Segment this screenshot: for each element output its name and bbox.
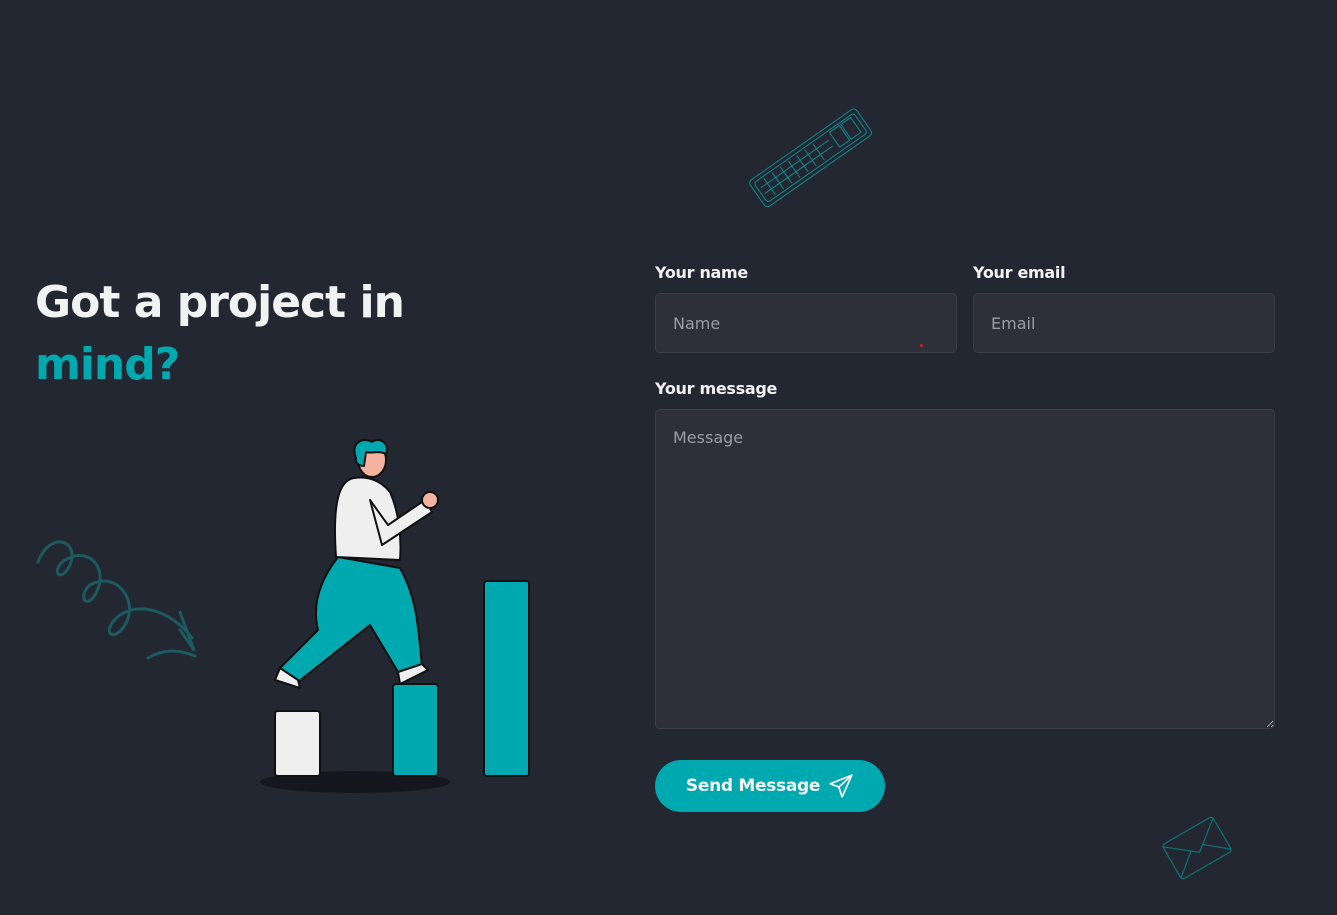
name-label: Your name: [655, 263, 748, 282]
email-label: Your email: [973, 263, 1066, 282]
validation-dot: [920, 344, 923, 347]
message-textarea[interactable]: [655, 409, 1275, 729]
title-line-2-accent: mind?: [35, 339, 180, 390]
person-climbing-bars-illustration: [260, 438, 530, 793]
envelope-doodle-icon: [1162, 816, 1232, 880]
title-line-1: Got a project in: [35, 277, 405, 328]
email-input[interactable]: [973, 293, 1275, 353]
send-button-label: Send Message: [685, 776, 821, 796]
keyboard-doodle-icon: [749, 108, 872, 208]
send-message-button[interactable]: Send Message: [655, 760, 885, 812]
page-title: Got a project in mind?: [35, 272, 405, 396]
scribble-arrow-icon: [36, 540, 197, 660]
paper-plane-icon: [829, 774, 853, 798]
message-label: Your message: [655, 379, 778, 398]
name-input[interactable]: [655, 293, 957, 353]
